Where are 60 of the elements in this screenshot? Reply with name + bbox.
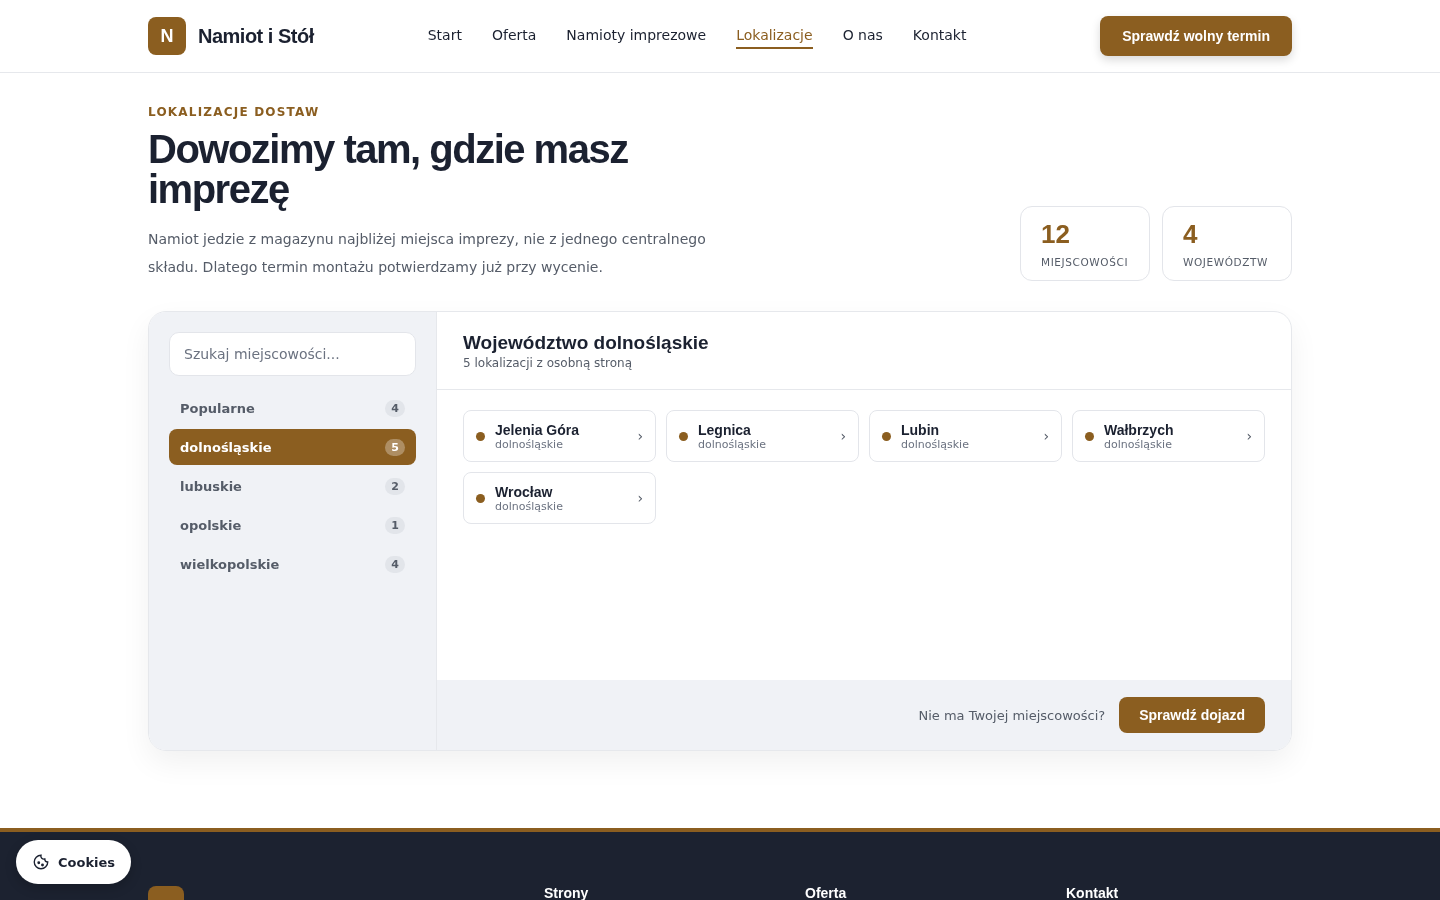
region-name: opolskie bbox=[180, 517, 242, 533]
location-region: dolnośląskie bbox=[495, 437, 564, 451]
chevron-icon: › bbox=[840, 428, 846, 444]
check-date-button[interactable]: Sprawdź wolny termin bbox=[1100, 16, 1292, 56]
region-count: 4 bbox=[385, 555, 405, 573]
brand-name[interactable]: Namiot i Stół bbox=[198, 24, 314, 48]
location-card[interactable]: Wrocław dolnośląskie › bbox=[463, 472, 656, 524]
location-region: dolnośląskie bbox=[1104, 437, 1172, 451]
logo-mark[interactable]: N bbox=[148, 17, 186, 55]
nav-link[interactable]: Lokalizacje bbox=[736, 23, 813, 49]
stat-value: 12 bbox=[1041, 219, 1071, 250]
search-field[interactable]: Szukaj miejscowości... bbox=[169, 332, 416, 376]
footer-heading: Oferta bbox=[805, 886, 848, 900]
region-name: dolnośląskie bbox=[180, 439, 272, 455]
question-text: Nie ma Twojej miejscowości? bbox=[918, 707, 1106, 723]
stat-value: 4 bbox=[1183, 219, 1199, 250]
region-count: 4 bbox=[385, 399, 405, 417]
location-card[interactable]: Legnica dolnośląskie › bbox=[666, 410, 859, 462]
location-name: Lubin bbox=[901, 421, 941, 438]
footer-heading: Kontakt bbox=[1066, 886, 1120, 900]
region-item[interactable]: opolskie 1 bbox=[169, 507, 416, 543]
page-heading: Dowozimy tam, gdzie masz imprezę bbox=[148, 129, 629, 209]
nav-link[interactable]: Oferta bbox=[491, 23, 537, 49]
panel-subtitle: 5 lokalizacji z osobną stroną bbox=[463, 356, 633, 370]
chevron-icon: › bbox=[637, 428, 643, 444]
nav-link[interactable]: Start bbox=[427, 23, 462, 49]
region-item[interactable]: dolnośląskie 5 bbox=[169, 429, 416, 465]
nav-link[interactable]: Namioty imprezowe bbox=[566, 23, 707, 49]
region-name: lubuskie bbox=[180, 478, 242, 494]
location-name: Legnica bbox=[698, 421, 751, 438]
region-name: wielkopolskie bbox=[180, 556, 280, 572]
chevron-icon: › bbox=[1043, 428, 1049, 444]
panel-title: Województwo dolnośląskie bbox=[463, 332, 710, 354]
lead-text: Namiot jedzie z magazynu najbliżej miejsca imprezy, nie z jednego centralnego składu. Dlatego termin montażu potwierdzamy już przy wycenie. bbox=[148, 230, 707, 277]
location-region: dolnośląskie bbox=[698, 437, 766, 451]
chevron-icon: › bbox=[1246, 428, 1252, 444]
location-name: Wrocław bbox=[495, 483, 554, 500]
region-count: 2 bbox=[385, 477, 405, 495]
location-card[interactable]: Wałbrzych dolnośląskie › bbox=[1072, 410, 1265, 462]
location-card[interactable]: Lubin dolnośląskie › bbox=[869, 410, 1062, 462]
region-count: 5 bbox=[385, 438, 405, 456]
check-route-button[interactable]: Sprawdź dojazd bbox=[1119, 697, 1265, 733]
nav-link[interactable]: Kontakt bbox=[912, 23, 967, 49]
location-region: dolnośląskie bbox=[901, 437, 969, 451]
region-item[interactable]: lubuskie 2 bbox=[169, 468, 416, 504]
location-name: Jelenia Góra bbox=[495, 421, 580, 438]
stat-label: WOJEWÓDZTW bbox=[1183, 256, 1270, 268]
region-item[interactable]: Popularne 4 bbox=[169, 390, 416, 426]
location-card[interactable]: Jelenia Góra dolnośląskie › bbox=[463, 410, 656, 462]
stat-label: MIEJSCOWOŚCI bbox=[1041, 256, 1129, 268]
location-name: Wałbrzych bbox=[1104, 421, 1174, 438]
eyebrow-label: LOKALIZACJE DOSTAW bbox=[148, 105, 321, 119]
chevron-icon: › bbox=[637, 490, 643, 506]
region-item[interactable]: wielkopolskie 4 bbox=[169, 546, 416, 582]
footer-heading: Strony bbox=[544, 886, 590, 900]
region-name: Popularne bbox=[180, 400, 255, 416]
cookies-button[interactable]: Cookies bbox=[16, 840, 132, 884]
location-region: dolnośląskie bbox=[495, 499, 563, 513]
nav-link[interactable]: O nas bbox=[842, 23, 883, 49]
region-count: 1 bbox=[385, 516, 405, 534]
